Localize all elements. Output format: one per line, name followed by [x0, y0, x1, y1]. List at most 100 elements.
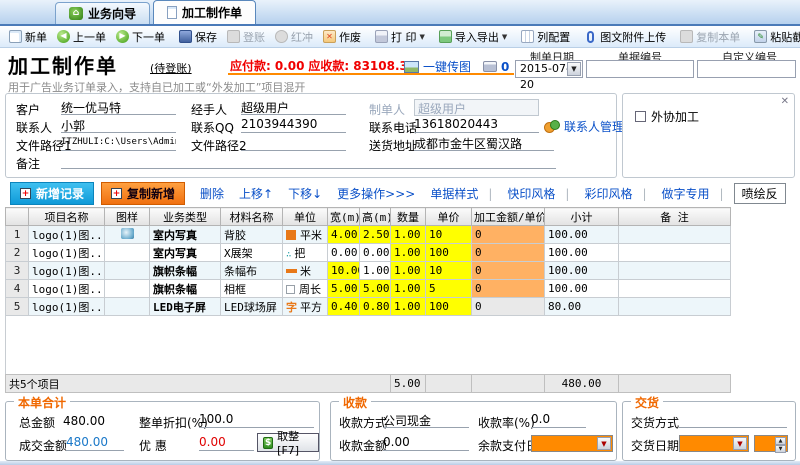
- cell-quantity[interactable]: 1.00: [390, 297, 426, 316]
- row-number[interactable]: 4: [5, 279, 29, 298]
- address-field[interactable]: 成都市金牛区蜀汉路: [414, 135, 554, 151]
- chevron-down-icon[interactable]: ▼: [567, 62, 581, 76]
- column-header[interactable]: 备 注: [618, 207, 731, 226]
- cell-business-type[interactable]: 室内写真: [149, 225, 221, 244]
- cell-subtotal[interactable]: 100.00: [544, 225, 619, 244]
- cell-quantity[interactable]: 1.00: [390, 225, 426, 244]
- cell-note[interactable]: [618, 297, 731, 316]
- column-header[interactable]: 材料名称: [220, 207, 283, 226]
- cell-height[interactable]: 0.00: [359, 243, 391, 262]
- toolbar-button-next-arrow[interactable]: ▶ 下一单: [111, 27, 170, 47]
- action-link[interactable]: 下移↓: [288, 185, 322, 202]
- close-icon[interactable]: ✕: [781, 96, 789, 107]
- docno-input[interactable]: [586, 60, 694, 78]
- toolbar-button-attachment[interactable]: 图文附件上传: [579, 27, 671, 47]
- cell-project-name[interactable]: logo(1)图...: [28, 261, 105, 280]
- add-record-button[interactable]: + 新增记录: [10, 182, 95, 205]
- cell-note[interactable]: [618, 279, 731, 298]
- cell-note[interactable]: [618, 225, 731, 244]
- column-header[interactable]: 业务类型: [149, 207, 221, 226]
- discount-amt-field[interactable]: 0.00: [199, 435, 254, 451]
- column-header[interactable]: 宽(m): [327, 207, 360, 226]
- phone-field[interactable]: 13618020443: [414, 117, 539, 133]
- outsource-option[interactable]: 外协加工: [635, 108, 699, 125]
- cell-unit-price[interactable]: 100: [425, 243, 472, 262]
- cell-process-fee[interactable]: 0: [471, 243, 545, 262]
- cell-subtotal[interactable]: 80.00: [544, 297, 619, 316]
- toolbar-button-import-export[interactable]: 导入导出 ▼: [434, 27, 512, 47]
- chevron-down-icon[interactable]: ▼: [597, 437, 611, 450]
- cell-picture[interactable]: [104, 279, 150, 298]
- action-link[interactable]: 快印风格: [507, 185, 555, 202]
- toolbar-button-column-config[interactable]: 列配置: [516, 27, 575, 47]
- cell-process-fee[interactable]: 0: [471, 297, 545, 316]
- outsource-checkbox[interactable]: [635, 111, 646, 122]
- table-row[interactable]: 3logo(1)图...旗帜条幅条幅布米10.001.001.00100100.…: [5, 261, 731, 280]
- delivery-time-spinner[interactable]: ▲ ▼: [754, 435, 788, 453]
- tab-processing-order[interactable]: 加工制作单: [153, 0, 257, 24]
- path2-field[interactable]: [241, 135, 346, 151]
- cell-height[interactable]: 1.00: [359, 261, 391, 280]
- toolbar-button-void[interactable]: ✕ 作废: [318, 27, 366, 47]
- cell-project-name[interactable]: logo(1)图...: [28, 297, 105, 316]
- table-row[interactable]: 4 logo(1)图... 旗帜条幅 相框 周长 5.00 5.00 1.00 5 0 100.00: [5, 279, 731, 298]
- table-row[interactable]: 5 logo(1)图... LED电子屏 LED球场屏字平方 0.40 0.80 1.00 1…: [5, 297, 731, 316]
- chevron-down-icon[interactable]: ▼: [502, 33, 507, 41]
- action-link[interactable]: 单据样式: [430, 185, 478, 202]
- cell-process-fee[interactable]: 0: [471, 225, 545, 244]
- action-link[interactable]: 彩印风格: [584, 185, 632, 202]
- deal-field[interactable]: 480.00: [66, 435, 124, 451]
- contact-manager-link[interactable]: 联系人管理: [544, 118, 624, 135]
- toolbar-button-new-doc[interactable]: 新单: [4, 27, 52, 47]
- cell-unit[interactable]: 平米: [282, 225, 328, 244]
- cell-height[interactable]: 0.80: [359, 297, 391, 316]
- column-header[interactable]: 图样: [104, 207, 150, 226]
- cell-unit-price[interactable]: 5: [425, 279, 472, 298]
- cell-width[interactable]: 10.00: [327, 261, 360, 280]
- column-header[interactable]: 项目名称: [28, 207, 105, 226]
- cell-quantity[interactable]: 1.00: [390, 279, 426, 298]
- cell-subtotal[interactable]: 100.00: [544, 261, 619, 280]
- cell-business-type[interactable]: 旗帜条幅: [149, 279, 221, 298]
- cell-note[interactable]: [618, 243, 731, 262]
- toolbar-button-print[interactable]: 打 印 ▼: [370, 27, 430, 47]
- cell-picture[interactable]: [104, 225, 150, 244]
- cell-width[interactable]: 4.00: [327, 225, 360, 244]
- cell-subtotal[interactable]: 100.00: [544, 243, 619, 262]
- cell-unit[interactable]: 周长: [282, 279, 328, 298]
- cell-material[interactable]: 条幅布: [220, 261, 283, 280]
- chevron-down-icon[interactable]: ▼: [733, 437, 747, 450]
- cell-height[interactable]: 2.50: [359, 225, 391, 244]
- table-row[interactable]: 1 logo(1)图... 室内写真 背胶 平米 4.00 2.50 1.00 10 0 100.0…: [5, 225, 731, 244]
- customer-field[interactable]: 统一优马特: [61, 99, 176, 115]
- action-link[interactable]: 上移↑: [239, 185, 273, 202]
- action-link[interactable]: 做字专用: [662, 185, 710, 202]
- cell-picture[interactable]: [104, 297, 150, 316]
- column-header[interactable]: 单位: [282, 207, 328, 226]
- path1-field[interactable]: ITZHULI:C:\Users\Adminis: [61, 135, 176, 151]
- cell-process-fee[interactable]: 0: [471, 261, 545, 280]
- cell-width[interactable]: 5.00: [327, 279, 360, 298]
- spray-reverse-button[interactable]: 喷绘反: [733, 183, 786, 204]
- note-field[interactable]: [61, 153, 556, 169]
- cell-project-name[interactable]: logo(1)图...: [28, 225, 105, 244]
- cell-project-name[interactable]: logo(1)图...: [28, 243, 105, 262]
- cell-picture[interactable]: [104, 243, 150, 262]
- column-header[interactable]: 高(m): [359, 207, 391, 226]
- tab-business-wizard[interactable]: ⌂ 业务向导: [55, 2, 151, 24]
- cell-business-type[interactable]: LED电子屏: [149, 297, 221, 316]
- row-number[interactable]: 5: [5, 297, 29, 316]
- cell-business-type[interactable]: 旗帜条幅: [149, 261, 221, 280]
- column-header[interactable]: [5, 207, 29, 226]
- cell-project-name[interactable]: logo(1)图...: [28, 279, 105, 298]
- column-header[interactable]: 单价: [425, 207, 472, 226]
- row-number[interactable]: 3: [5, 261, 29, 280]
- pay-method-field[interactable]: 公司现金: [383, 412, 469, 428]
- cell-width[interactable]: 0.00: [327, 243, 360, 262]
- cell-unit[interactable]: 字平方: [282, 297, 328, 316]
- column-header[interactable]: 加工金额/单价: [471, 207, 545, 226]
- cell-process-fee[interactable]: 0: [471, 279, 545, 298]
- column-header[interactable]: 小计: [544, 207, 619, 226]
- toolbar-button-save[interactable]: 保存: [174, 27, 222, 47]
- cell-material[interactable]: 相框: [220, 279, 283, 298]
